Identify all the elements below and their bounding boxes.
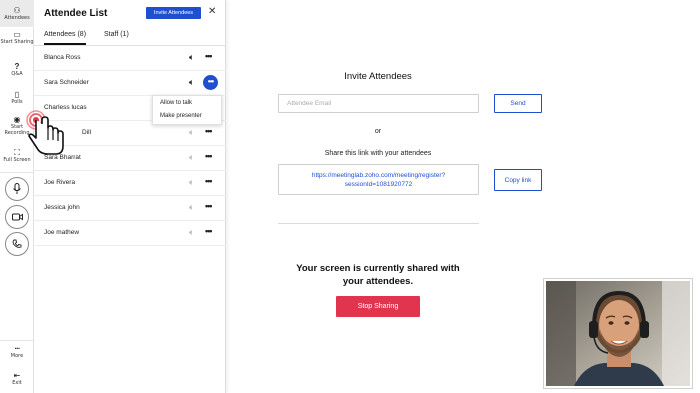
copy-link-button[interactable]: Copy link — [494, 169, 542, 191]
speaker-icon[interactable]: 🔈︎ — [189, 177, 194, 187]
meeting-link-line1: https://meetinglab.zoho.com/meeting/regi… — [311, 171, 446, 179]
camera-button[interactable] — [5, 205, 29, 229]
close-icon[interactable]: ✕ — [208, 6, 216, 17]
attendee-row[interactable]: Jessica john 🔈︎ ••• — [34, 196, 226, 221]
tab-staff[interactable]: Staff (1) — [104, 31, 129, 38]
panel-tabs: Attendees (8) Staff (1) — [34, 26, 226, 46]
invite-heading: Invite Attendees — [344, 71, 412, 82]
phone-icon — [12, 239, 22, 248]
speaker-icon[interactable]: 🔈︎ — [189, 52, 194, 62]
rail-start-sharing[interactable]: ▭ Start Sharing — [0, 30, 34, 54]
speaker-icon[interactable]: 🔈︎ — [189, 202, 194, 212]
screen-share-icon: ▭ — [13, 30, 21, 39]
exit-icon: ⇤ — [13, 371, 21, 380]
camera-icon — [11, 213, 23, 221]
attendee-name: Blanca Ross — [44, 54, 81, 61]
hand-pointer-icon — [26, 110, 64, 155]
attendee-row[interactable]: Joe mathew 🔈︎ ••• — [34, 221, 226, 246]
phone-button[interactable] — [5, 232, 29, 256]
stop-sharing-button[interactable]: Stop Sharing — [336, 296, 420, 317]
rail-more[interactable]: ··· More — [0, 344, 34, 364]
attendee-name: Jessica john — [44, 204, 80, 211]
rail-divider-bottom — [0, 340, 34, 341]
attendee-options-menu: Allow to talk Make presenter — [152, 95, 222, 125]
presenter-video — [543, 278, 693, 389]
attendee-name: Sara Schneider — [44, 79, 89, 86]
rail-attendees[interactable]: ⚇ Attendees — [0, 0, 34, 27]
invite-attendees-button[interactable]: Invite Attendees — [146, 7, 201, 19]
more-options-icon[interactable]: ••• — [205, 176, 213, 186]
attendee-name: Joe mathew — [44, 229, 80, 236]
rail-qa[interactable]: ? Q&A — [0, 62, 34, 82]
question-icon: ? — [14, 62, 20, 71]
attendee-name: Dill — [82, 129, 92, 136]
more-options-icon[interactable]: ••• — [205, 126, 213, 136]
menu-item-make-presenter[interactable]: Make presenter — [160, 113, 202, 119]
sharing-status: Your screen is currently shared with you… — [278, 262, 478, 288]
left-rail: ⚇ Attendees ▭ Start Sharing ? Q&A ▯ Poll… — [0, 0, 34, 393]
meeting-link-line2: sessionId=1081920772 — [344, 180, 413, 188]
microphone-icon — [13, 183, 21, 194]
menu-item-allow-to-talk[interactable]: Allow to talk — [160, 100, 192, 106]
attendee-row[interactable]: Sara Schneider 🔈︎ ••• — [34, 71, 226, 96]
or-separator: or — [374, 128, 382, 135]
speaker-icon[interactable]: 🔈︎ — [189, 152, 194, 162]
send-button[interactable]: Send — [494, 94, 542, 113]
more-icon: ··· — [14, 344, 21, 353]
tab-attendees[interactable]: Attendees (8) — [44, 31, 87, 45]
rail-divider — [0, 172, 34, 173]
rail-exit[interactable]: ⇤ Exit — [0, 371, 34, 391]
more-options-icon[interactable]: ••• — [203, 75, 218, 90]
more-options-icon[interactable]: ••• — [205, 151, 213, 161]
sharing-status-line1: Your screen is currently shared with — [296, 263, 460, 274]
share-link-label: Share this link with your attendees — [324, 150, 432, 157]
more-options-icon[interactable]: ••• — [205, 226, 213, 236]
more-options-icon[interactable]: ••• — [205, 201, 213, 211]
meeting-link-box[interactable]: https://meetinglab.zoho.com/meeting/regi… — [278, 164, 479, 195]
polls-icon: ▯ — [14, 90, 20, 99]
speaker-icon[interactable]: 🔈︎ — [189, 77, 194, 87]
speaker-icon[interactable]: 🔈︎ — [189, 127, 194, 137]
microphone-button[interactable] — [5, 177, 29, 201]
presenter-video-image — [546, 281, 690, 386]
attendee-panel: Attendee List Invite Attendees ✕ Attende… — [34, 0, 226, 393]
section-divider — [278, 223, 479, 224]
speaker-icon[interactable]: 🔈︎ — [189, 227, 194, 237]
attendee-name: Joe Rivera — [44, 179, 76, 186]
attendee-row[interactable]: Joe Rivera 🔈︎ ••• — [34, 171, 226, 196]
attendee-email-input[interactable] — [278, 94, 479, 113]
rail-polls[interactable]: ▯ Polls — [0, 90, 34, 110]
attendees-icon: ⚇ — [13, 6, 21, 15]
more-options-icon[interactable]: ••• — [205, 51, 213, 61]
panel-title: Attendee List — [44, 8, 108, 19]
attendee-row[interactable]: Blanca Ross 🔈︎ ••• — [34, 46, 226, 71]
sharing-status-line2: your attendees. — [342, 276, 414, 287]
